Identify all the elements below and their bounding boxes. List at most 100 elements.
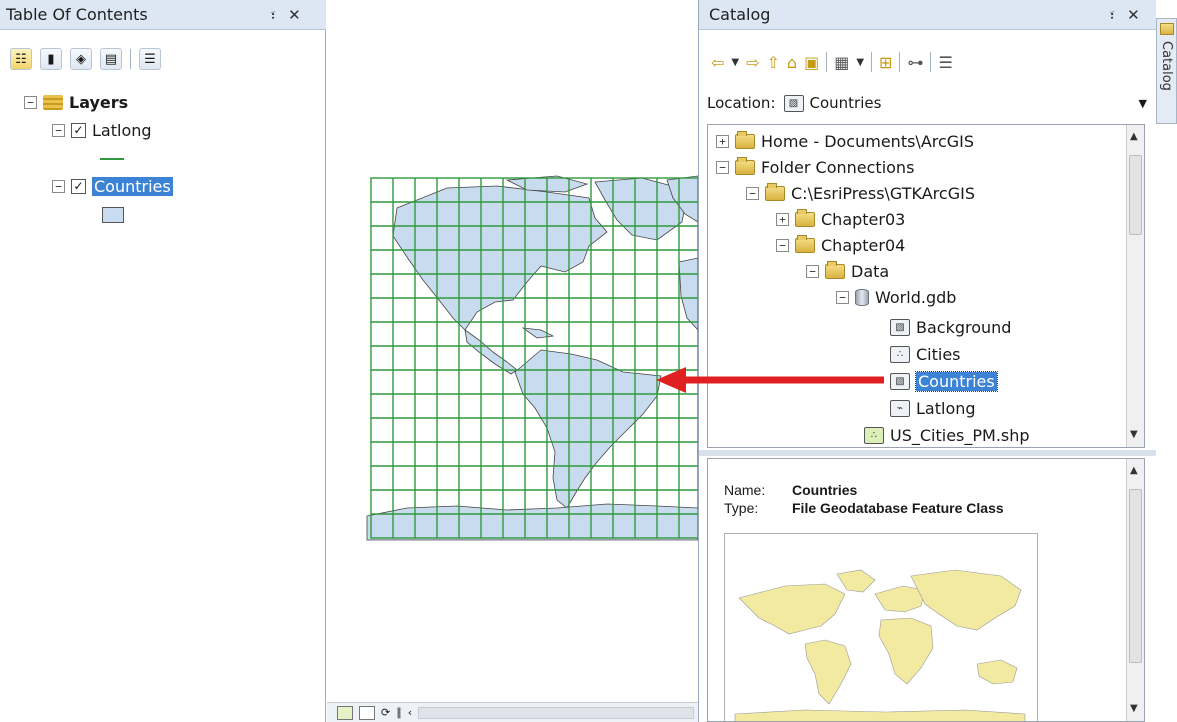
collapse-icon[interactable]: −	[836, 290, 849, 304]
options-icon[interactable]: ☰	[139, 48, 161, 70]
tree-scrollbar[interactable]: ▲ ▼	[1126, 125, 1144, 447]
show-tree-icon[interactable]: ⊶	[907, 53, 923, 72]
africa-edge-shape	[678, 257, 698, 331]
preview-info: Name: Countries Type: File Geodatabase F…	[724, 481, 1004, 517]
tree-item-label[interactable]: Data	[851, 262, 889, 281]
map-view[interactable]: ⟳ ∥ ‹	[327, 0, 698, 722]
pause-icon[interactable]: ∥	[396, 706, 402, 719]
pin-icon[interactable]: ፣	[1109, 6, 1115, 24]
tree-item-us-cities[interactable]: ∴ US_Cities_PM.shp	[864, 423, 1030, 447]
tree-item-label[interactable]: Countries	[915, 370, 998, 392]
toc-layer-countries[interactable]: − ✓ Countries	[52, 174, 173, 198]
panel-splitter[interactable]	[699, 450, 1156, 456]
new-item-icon[interactable]: ⊞	[879, 53, 892, 72]
preview-thumbnail	[724, 533, 1038, 721]
layer-label[interactable]: Latlong	[92, 121, 152, 140]
tree-item-label[interactable]: Folder Connections	[761, 158, 914, 177]
countries-layer	[366, 175, 698, 541]
layout-view-icon[interactable]	[359, 705, 375, 720]
forward-icon[interactable]: ⇨	[746, 53, 759, 72]
preview-scrollbar[interactable]: ▲ ▼	[1126, 459, 1144, 721]
collapse-icon[interactable]: −	[806, 264, 819, 278]
collapse-icon[interactable]: −	[716, 160, 729, 174]
tree-item-label[interactable]: Chapter04	[821, 236, 905, 255]
horizontal-scrollbar[interactable]	[418, 706, 694, 719]
location-bar: Location: ▧ Countries ▼	[707, 90, 1147, 116]
tree-item-cities[interactable]: ∴ Cities	[890, 342, 961, 366]
location-combobox[interactable]: ▧ Countries ▼	[783, 91, 1147, 115]
preview-scroll-thumb[interactable]	[1129, 489, 1142, 663]
annotation-arrow	[656, 367, 884, 393]
catalog-toolbar: ⇦ ▼ ⇨ ⇧ ⌂ ▣ ▦ ▼ ⊞ ⊶ ☰	[711, 52, 953, 72]
scroll-down-icon[interactable]: ▼	[1130, 703, 1138, 714]
collapse-icon[interactable]: −	[776, 238, 789, 252]
collapse-icon[interactable]: −	[52, 123, 65, 137]
list-by-source-icon[interactable]: ▮	[40, 48, 62, 70]
expand-icon[interactable]: +	[776, 212, 789, 226]
tree-item-chapter03[interactable]: + Chapter03	[776, 207, 905, 231]
up-one-level-icon[interactable]: ⇧	[767, 53, 780, 72]
collapse-icon[interactable]: −	[24, 95, 37, 109]
list-by-drawing-order-icon[interactable]: ☷	[10, 48, 32, 70]
scroll-up-icon[interactable]: ▲	[1130, 465, 1138, 476]
tree-item-label[interactable]: Cities	[916, 345, 961, 364]
tree-item-label[interactable]: US_Cities_PM.shp	[890, 426, 1030, 445]
list-by-visibility-icon[interactable]: ◈	[70, 48, 92, 70]
tree-item-label[interactable]: Latlong	[916, 399, 976, 418]
location-value: Countries	[809, 94, 882, 112]
options-icon[interactable]: ☰	[938, 53, 952, 72]
type-value: File Geodatabase Feature Class	[792, 500, 1004, 516]
countries-fill-symbol	[102, 207, 124, 223]
tree-item-folder-connections[interactable]: − Folder Connections	[716, 155, 914, 179]
dropdown-arrow-icon[interactable]: ▼	[1139, 97, 1147, 110]
toc-layer-latlong[interactable]: − ✓ Latlong	[52, 118, 152, 142]
close-icon[interactable]: ✕	[288, 6, 301, 24]
close-icon[interactable]: ✕	[1127, 6, 1140, 24]
back-icon[interactable]: ⇦	[711, 53, 724, 72]
tree-item-label[interactable]: Home - Documents\ArcGIS	[761, 132, 974, 151]
tree-item-label[interactable]: Background	[916, 318, 1011, 337]
pin-icon[interactable]: ፣	[270, 6, 276, 24]
tree-item-label[interactable]: World.gdb	[875, 288, 956, 307]
tree-item-world-gdb[interactable]: − World.gdb	[836, 285, 956, 309]
toolbar-separator	[871, 52, 873, 72]
tree-item-latlong[interactable]: ⌁ Latlong	[890, 396, 976, 420]
layer-visibility-checkbox[interactable]: ✓	[71, 178, 86, 194]
layers-dataframe[interactable]: − Layers	[24, 90, 128, 114]
layer-visibility-checkbox[interactable]: ✓	[71, 122, 86, 138]
toolbar-separator	[130, 49, 131, 69]
refresh-icon[interactable]: ⟳	[381, 706, 390, 719]
home-folder-icon	[735, 130, 755, 149]
layer-label[interactable]: Countries	[92, 176, 173, 196]
folder-icon	[795, 208, 815, 227]
home-folder-icon[interactable]: ⌂	[787, 53, 797, 72]
data-view-icon[interactable]	[337, 705, 353, 720]
catalog-side-tab[interactable]: Catalog	[1156, 18, 1177, 124]
tree-item-background[interactable]: ▧ Background	[890, 315, 1011, 339]
folder-icon	[795, 234, 815, 253]
catalog-title-bar: Catalog	[699, 0, 1156, 30]
tree-item-home[interactable]: + Home - Documents\ArcGIS	[716, 129, 974, 153]
scroll-up-icon[interactable]: ▲	[1130, 131, 1138, 142]
toolbar-separator	[899, 52, 901, 72]
tree-item-data[interactable]: − Data	[806, 259, 889, 283]
view-dropdown-icon[interactable]: ▼	[856, 57, 864, 68]
tree-item-countries[interactable]: ▧ Countries	[890, 369, 998, 393]
map-canvas[interactable]	[327, 0, 698, 722]
tree-item-chapter04[interactable]: − Chapter04	[776, 233, 905, 257]
collapse-icon[interactable]: −	[52, 179, 65, 193]
tree-scroll-thumb[interactable]	[1129, 155, 1142, 235]
scroll-left-icon[interactable]: ‹	[408, 706, 412, 719]
back-dropdown-icon[interactable]: ▼	[731, 57, 739, 68]
collapse-icon[interactable]: −	[746, 186, 759, 200]
list-by-selection-icon[interactable]: ▤	[100, 48, 122, 70]
tree-item-label[interactable]: C:\EsriPress\GTKArcGIS	[791, 184, 975, 203]
tree-item-label[interactable]: Chapter03	[821, 210, 905, 229]
polygon-feature-class-icon: ▧	[890, 372, 910, 390]
connect-folder-icon[interactable]: ▣	[804, 53, 819, 72]
view-options-icon[interactable]: ▦	[834, 53, 849, 72]
expand-icon[interactable]: +	[716, 134, 729, 148]
tree-item-esripress[interactable]: − C:\EsriPress\GTKArcGIS	[746, 181, 975, 205]
scroll-down-icon[interactable]: ▼	[1130, 429, 1138, 440]
side-tab-label: Catalog	[1159, 41, 1174, 91]
